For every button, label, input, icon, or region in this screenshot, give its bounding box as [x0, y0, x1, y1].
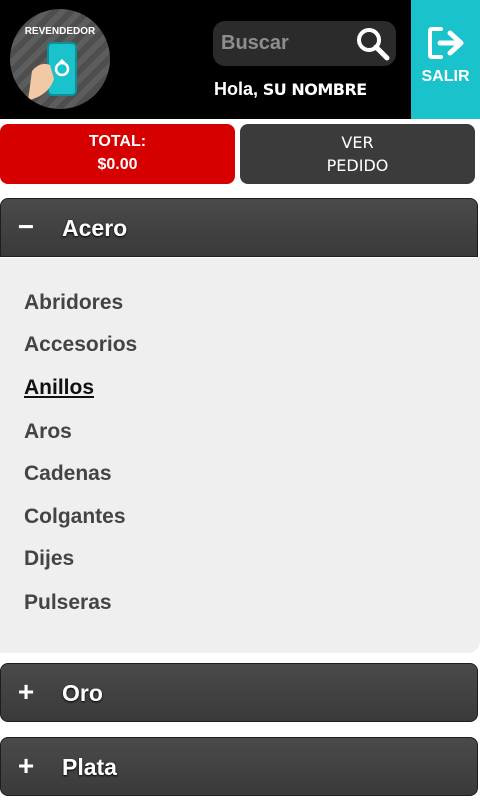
view-order-line2: PEDIDO: [326, 156, 389, 175]
logout-button[interactable]: SALIR: [411, 0, 480, 119]
category-title: Oro: [62, 680, 103, 706]
total-amount: $0.00: [97, 156, 138, 173]
search-input[interactable]: [221, 30, 351, 56]
category-plata-header[interactable]: + Plata: [0, 737, 478, 796]
search-icon[interactable]: [355, 26, 391, 62]
logout-icon: [428, 27, 464, 59]
subcategory-aros[interactable]: Aros: [24, 420, 72, 444]
search-box: [213, 21, 396, 66]
subcategory-dijes[interactable]: Dijes: [24, 547, 74, 571]
category-title: Acero: [62, 215, 128, 241]
view-order-button[interactable]: VER PEDIDO: [240, 124, 475, 184]
view-order-line1: VER: [341, 133, 374, 152]
logout-label: SALIR: [421, 68, 470, 85]
logo-text: REVENDEDOR: [24, 26, 96, 37]
expand-icon: +: [17, 676, 35, 707]
category-oro-header[interactable]: + Oro: [0, 663, 478, 722]
app-header: REVENDEDOR Hola, SU NOMBRE SALIR: [0, 0, 480, 119]
subcategory-anillos[interactable]: Anillos: [24, 376, 94, 400]
subcategory-pulseras[interactable]: Pulseras: [24, 591, 112, 615]
category-acero-list: Abridores Accesorios Anillos Aros Cadena…: [0, 258, 480, 653]
phone-ring-icon: [18, 42, 77, 109]
user-name: SU NOMBRE: [262, 80, 367, 99]
collapse-icon: −: [17, 211, 35, 242]
subcategory-abridores[interactable]: Abridores: [24, 291, 123, 315]
total-button[interactable]: TOTAL: $0.00: [0, 124, 235, 184]
subcategory-accesorios[interactable]: Accesorios: [24, 333, 137, 357]
greeting: Hola, SU NOMBRE: [214, 79, 367, 100]
category-title: Plata: [62, 754, 117, 780]
total-label: TOTAL:: [88, 133, 147, 150]
category-acero-header[interactable]: − Acero: [0, 198, 478, 257]
subcategory-colgantes[interactable]: Colgantes: [24, 505, 126, 529]
greeting-hi: Hola,: [214, 79, 259, 99]
revendedor-logo[interactable]: REVENDEDOR: [10, 9, 110, 109]
subcategory-cadenas[interactable]: Cadenas: [24, 462, 112, 486]
expand-icon: +: [17, 750, 35, 781]
